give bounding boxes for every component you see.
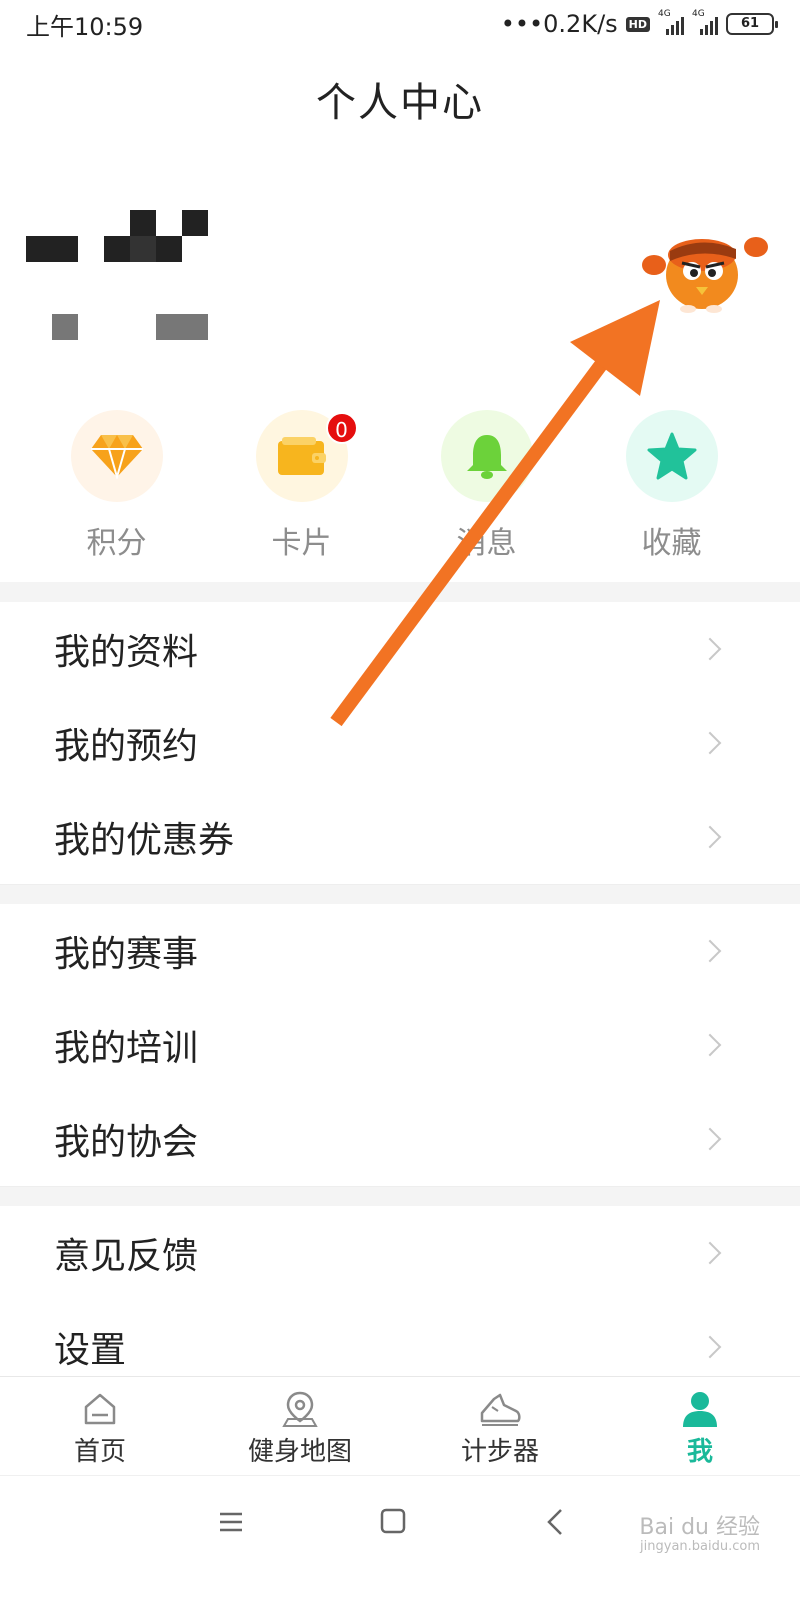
menu-label: 我的预约: [54, 726, 199, 767]
quick-item-favorites[interactable]: 收藏: [579, 410, 764, 562]
tab-label: 我: [686, 1437, 713, 1467]
status-indicators: •••0.2K/s HD 4G 4G 61: [500, 9, 778, 38]
chevron-right-icon: [698, 1335, 722, 1359]
chevron-right-icon: [698, 731, 722, 755]
person-icon: [683, 1392, 717, 1427]
tab-label: 计步器: [460, 1437, 539, 1467]
menu-label: 我的协会: [54, 1122, 199, 1163]
points-circle: [70, 410, 163, 502]
menu-item-events[interactable]: 我的赛事: [0, 904, 800, 999]
quick-item-cards[interactable]: 0 卡片: [209, 410, 394, 562]
favorites-circle: [625, 410, 718, 502]
quick-label-cards: 卡片: [271, 526, 332, 561]
menu-item-feedback[interactable]: 意见反馈: [0, 1206, 800, 1301]
tab-label: 首页: [73, 1437, 126, 1467]
quick-label-messages: 消息: [456, 526, 517, 561]
bell-icon: [466, 435, 507, 479]
signal-icon-2: 4G: [692, 9, 718, 35]
chevron-right-icon: [698, 637, 722, 661]
diamond-icon: [90, 435, 143, 479]
chevron-right-icon: [698, 1033, 722, 1057]
tab-label: 健身地图: [247, 1437, 352, 1467]
chevron-right-icon: [698, 939, 722, 963]
menu-item-appointments[interactable]: 我的预约: [0, 696, 800, 791]
menu-label: 我的培训: [54, 1028, 199, 1069]
home-icon: [84, 1393, 116, 1425]
messages-circle: [440, 410, 533, 502]
cards-circle: 0: [255, 410, 358, 502]
tab-fitness-map[interactable]: 健身地图: [200, 1377, 400, 1474]
menu-item-profile[interactable]: 我的资料: [0, 602, 800, 697]
menu-label: 我的资料: [54, 632, 199, 673]
menu-label: 我的赛事: [54, 934, 199, 975]
status-bar: 上午10:59 •••0.2K/s HD 4G 4G 61: [0, 0, 800, 48]
menu-label: 我的优惠券: [54, 820, 235, 861]
section-divider: [0, 582, 800, 602]
sneaker-icon: [480, 1393, 521, 1426]
menu-item-coupons[interactable]: 我的优惠券: [0, 790, 800, 885]
sim1-label: 4G: [658, 9, 671, 19]
chevron-right-icon: [698, 1127, 722, 1151]
menu-item-training[interactable]: 我的培训: [0, 998, 800, 1093]
quick-item-messages[interactable]: 消息: [394, 410, 579, 562]
watermark-url: jingyan.baidu.com: [640, 1539, 760, 1555]
page-title: 个人中心: [316, 80, 484, 126]
menu-item-associations[interactable]: 我的协会: [0, 1092, 800, 1187]
sim2-label: 4G: [692, 9, 705, 19]
watermark: Bai du 经验 jingyan.baidu.com: [639, 1515, 760, 1555]
menu-label: 设置: [54, 1330, 127, 1371]
avatar[interactable]: [640, 215, 770, 320]
bottom-tab-bar: 首页 健身地图 计步器 我: [0, 1376, 800, 1474]
home-square-icon[interactable]: [380, 1508, 406, 1534]
cards-badge: 0: [325, 412, 358, 444]
map-pin-icon: [282, 1391, 318, 1427]
back-icon[interactable]: [546, 1508, 564, 1536]
signal-icon: 4G: [658, 9, 684, 35]
quick-item-points[interactable]: 积分: [24, 410, 209, 562]
section-divider: [0, 884, 800, 904]
star-icon: [647, 432, 696, 480]
battery-icon: 61: [726, 13, 778, 35]
network-speed: •••0.2K/s: [500, 10, 618, 38]
wallet-icon: [277, 437, 326, 475]
quick-label-points: 积分: [86, 526, 147, 561]
chevron-right-icon: [698, 1241, 722, 1265]
system-nav-bar: Bai du 经验 jingyan.baidu.com: [0, 1475, 800, 1600]
quick-actions: 积分 0 卡片 消息 收藏: [0, 410, 800, 562]
chevron-right-icon: [698, 825, 722, 849]
tab-pedometer[interactable]: 计步器: [400, 1377, 600, 1474]
section-divider: [0, 1186, 800, 1206]
user-name-censored[interactable]: [26, 210, 216, 345]
menu-label: 意见反馈: [54, 1236, 199, 1277]
tab-home[interactable]: 首页: [0, 1377, 200, 1474]
quick-label-favorites: 收藏: [641, 526, 702, 561]
hd-icon: HD: [625, 16, 650, 32]
status-time: 上午10:59: [26, 12, 144, 41]
tab-me[interactable]: 我: [600, 1377, 800, 1474]
watermark-brand: Bai du 经验: [639, 1515, 760, 1540]
menu-icon[interactable]: [218, 1510, 244, 1534]
